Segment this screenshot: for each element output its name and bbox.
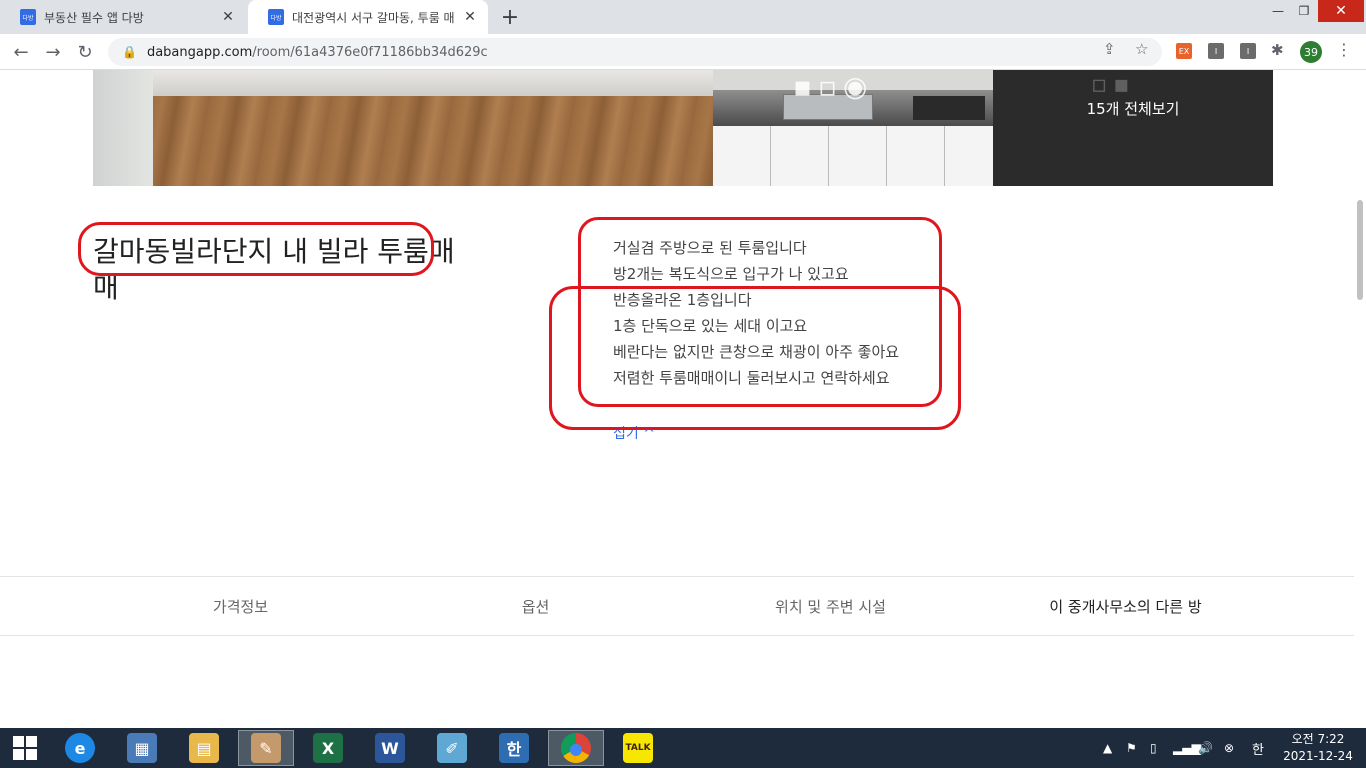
windows-taskbar: e ▦ ▤ ✎ X W ✐ 한 ● TALK ▲ ⚑ ▯ ▂▄▆ 🔊 ⊗ 한 오… (0, 728, 1366, 768)
share-icon[interactable]: ⇪ (1103, 40, 1116, 58)
room-photo-kitchen[interactable]: ▪▫◉ (713, 70, 993, 186)
watermark-logo-icon: ▪▫◉ (793, 70, 874, 103)
photo-cabinet (829, 126, 887, 186)
room-title: 갈마동빌라단지 내 빌라 투룸매매 (93, 235, 455, 304)
windows-logo-icon (13, 736, 37, 760)
forward-button[interactable]: → (42, 41, 64, 63)
network-signal-icon[interactable]: ▂▄▆ (1173, 728, 1201, 768)
photo-cabinet (945, 126, 993, 186)
tab-options[interactable]: 옵션 (388, 577, 683, 635)
taskbar-file-explorer[interactable]: ▤ (176, 730, 232, 766)
watermark-logo-icon: ▫▪ (1091, 70, 1136, 98)
scrollbar-thumb[interactable] (1357, 200, 1363, 300)
new-tab-button[interactable]: + (497, 4, 523, 30)
profile-avatar[interactable]: 39 (1300, 41, 1322, 63)
word-icon: W (375, 733, 405, 763)
taskbar-paint[interactable]: ✎ (238, 730, 294, 766)
ime-mode-icon[interactable]: ⊗ (1224, 728, 1234, 768)
page-scrollbar[interactable] (1354, 70, 1366, 728)
description-line: 베란다는 없지만 큰창으로 채광이 아주 좋아요 (613, 343, 900, 361)
close-window-button[interactable]: ✕ (1318, 0, 1364, 22)
close-tab-icon[interactable]: ✕ (462, 9, 478, 25)
view-all-photos-button[interactable]: ▫▪ 15개 전체보기 (993, 70, 1273, 186)
view-all-photos-label: 15개 전체보기 (1086, 100, 1180, 118)
paint-icon: ✎ (251, 733, 281, 763)
taskbar-notepad[interactable]: ✐ (424, 730, 480, 766)
photo-cabinet (887, 126, 945, 186)
clock-time: 오전 7:22 (1291, 732, 1345, 746)
photo-cabinet (713, 126, 771, 186)
browser-tab-dabang-home[interactable]: 다방 부동산 필수 앱 다방 ✕ (0, 0, 246, 34)
i-extension-icon[interactable]: I (1240, 43, 1256, 59)
tab-location[interactable]: 위치 및 주변 시설 (683, 577, 978, 635)
restore-window-button[interactable]: ❐ (1292, 0, 1316, 22)
detail-tabs: 가격정보 옵션 위치 및 주변 시설 이 중개사무소의 다른 방 (0, 576, 1366, 636)
file-explorer-icon: ▤ (189, 733, 219, 763)
description-line: 거실겸 주방으로 된 투룸입니다 (613, 239, 807, 257)
reload-button[interactable]: ↻ (74, 41, 96, 63)
tab-price-info[interactable]: 가격정보 (93, 577, 388, 635)
ime-language-indicator[interactable]: 한 (1252, 728, 1264, 768)
description-line: 반층올라온 1층입니다 (613, 291, 752, 309)
description-line: 1층 단독으로 있는 세대 이고요 (613, 317, 808, 335)
extensions-puzzle-icon[interactable]: ✱ (1271, 41, 1284, 59)
url-path: /room/61a4376e0f71186bb34d629c (252, 44, 488, 60)
clock-date: 2021-12-24 (1283, 749, 1353, 763)
tab-title: 대전광역시 서구 갈마동, 투룸 매 (292, 10, 455, 25)
photo-cabinet (771, 126, 829, 186)
control-panel-icon: ▦ (127, 733, 157, 763)
browser-tab-room[interactable]: 다방 대전광역시 서구 갈마동, 투룸 매 ✕ (248, 0, 488, 34)
taskbar-chrome[interactable]: ● (548, 730, 604, 766)
taskbar-clock[interactable]: 오전 7:22 2021-12-24 (1276, 731, 1360, 765)
tab-title: 부동산 필수 앱 다방 (44, 10, 144, 25)
dabang-favicon-icon: 다방 (268, 9, 284, 25)
show-hidden-icons-button[interactable]: ▲ (1103, 728, 1112, 768)
description-line: 저렴한 투룸매매이니 둘러보시고 연락하세요 (613, 369, 890, 387)
page-viewport: ▪▫◉ ▫▪ 15개 전체보기 갈마동빌라단지 내 빌라 투룸매매 거실겸 주방… (0, 70, 1366, 728)
room-photo-main[interactable] (93, 70, 753, 186)
taskbar-excel[interactable]: X (300, 730, 356, 766)
photo-wall (153, 70, 753, 96)
taskbar-hangul[interactable]: 한 (486, 730, 542, 766)
start-button[interactable] (0, 728, 50, 768)
taskbar-control-panel[interactable]: ▦ (114, 730, 170, 766)
kakaotalk-icon: TALK (623, 733, 653, 763)
lock-icon: 🔒 (122, 45, 137, 59)
excel-icon: X (313, 733, 343, 763)
close-tab-icon[interactable]: ✕ (220, 9, 236, 25)
taskbar-word[interactable]: W (362, 730, 418, 766)
address-bar[interactable]: 🔒 dabangapp.com/room/61a4376e0f71186bb34… (108, 38, 1162, 66)
back-button[interactable]: ← (10, 41, 32, 63)
chrome-icon: ● (561, 733, 591, 763)
browser-toolbar: ← → ↻ 🔒 dabangapp.com/room/61a4376e0f711… (0, 34, 1366, 70)
minimize-window-button[interactable]: — (1266, 0, 1290, 22)
notepad-icon: ✐ (437, 733, 467, 763)
volume-icon[interactable]: 🔊 (1198, 728, 1213, 768)
room-description: 거실겸 주방으로 된 투룸입니다 방2개는 복도식으로 입구가 나 있고요 반층… (613, 235, 943, 391)
chrome-menu-icon[interactable]: ⋮ (1336, 40, 1352, 59)
ex-extension-icon[interactable]: EX (1176, 43, 1192, 59)
bookmark-star-icon[interactable]: ☆ (1135, 40, 1148, 58)
action-center-flag-icon[interactable]: ⚑ (1126, 728, 1137, 768)
i-extension-icon[interactable]: I (1208, 43, 1224, 59)
internet-explorer-icon: e (65, 733, 95, 763)
description-line: 방2개는 복도식으로 입구가 나 있고요 (613, 265, 849, 283)
browser-tab-strip: 다방 부동산 필수 앱 다방 ✕ 다방 대전광역시 서구 갈마동, 투룸 매 ✕… (0, 0, 1366, 34)
hangul-icon: 한 (499, 733, 529, 763)
dabang-favicon-icon: 다방 (20, 9, 36, 25)
device-icon[interactable]: ▯ (1150, 728, 1157, 768)
photo-wall (93, 70, 153, 186)
url-domain: dabangapp.com (146, 44, 253, 60)
taskbar-kakaotalk[interactable]: TALK (610, 730, 666, 766)
tab-other-rooms[interactable]: 이 중개사무소의 다른 방 (978, 577, 1273, 635)
collapse-description-link[interactable]: 접기 ^ (613, 423, 655, 443)
taskbar-internet-explorer[interactable]: e (52, 730, 108, 766)
